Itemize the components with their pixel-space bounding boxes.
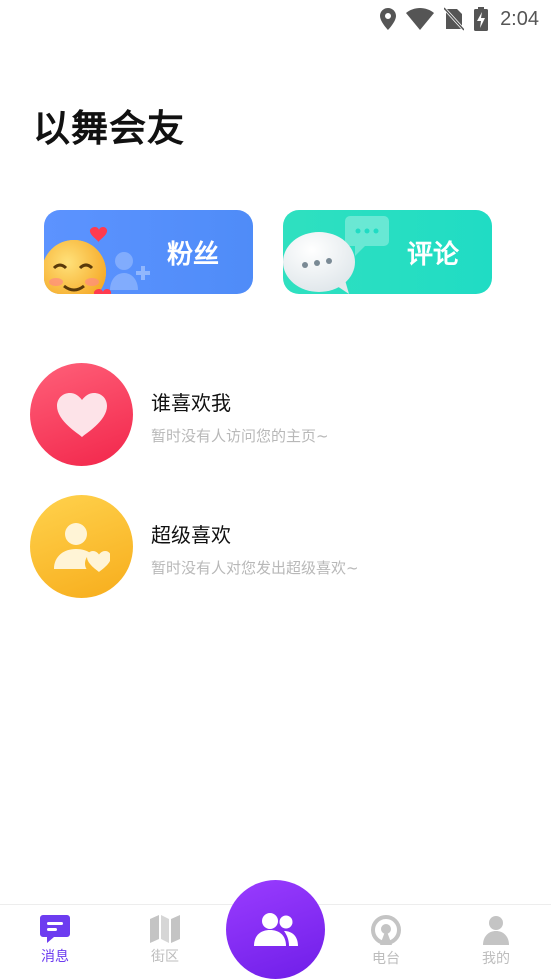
fans-label: 粉丝 (167, 240, 220, 270)
heart-icon (56, 392, 107, 437)
radio-icon (371, 915, 401, 945)
who-likes-me-icon-circle (30, 363, 133, 466)
tab-district[interactable]: 街区 (125, 915, 205, 975)
super-like-icon-circle (30, 495, 133, 598)
tab-radio[interactable]: 电台 (346, 915, 426, 975)
status-time: 2:04 (500, 7, 539, 30)
status-bar: 2:04 (0, 0, 551, 38)
tab-messages[interactable]: 消息 (15, 915, 95, 975)
super-like-title: 超级喜欢 (151, 523, 231, 547)
battery-charging-icon (474, 7, 489, 31)
who-likes-me-subtitle: 暂时没有人访问您的主页~ (151, 427, 329, 445)
tab-radio-label: 电台 (372, 951, 400, 967)
page-title: 以舞会友 (33, 107, 185, 150)
users-icon (253, 912, 298, 946)
who-likes-me-title: 谁喜欢我 (151, 391, 231, 415)
tab-mine-label: 我的 (482, 951, 510, 967)
center-users-button[interactable] (226, 880, 325, 979)
message-icon (40, 915, 70, 943)
add-user-watermark-icon (110, 252, 150, 290)
who-likes-me-row[interactable]: 谁喜欢我 暂时没有人访问您的主页~ (30, 363, 530, 467)
super-like-row[interactable]: 超级喜欢 暂时没有人对您发出超级喜欢~ (30, 495, 530, 599)
no-sim-icon (444, 7, 465, 31)
wifi-icon (406, 8, 435, 30)
speech-bubble-icon (283, 232, 355, 294)
super-like-subtitle: 暂时没有人对您发出超级喜欢~ (151, 559, 359, 577)
location-icon (380, 8, 397, 30)
status-icons: 2:04 (380, 6, 539, 32)
tab-mine[interactable]: 我的 (456, 915, 536, 975)
person-icon (483, 916, 509, 945)
map-icon (150, 915, 180, 943)
comments-card[interactable]: 评论 (283, 210, 492, 294)
smiling-face-hearts-icon (44, 227, 112, 294)
comments-label: 评论 (407, 240, 460, 270)
user-heart-icon (53, 522, 110, 572)
tab-district-label: 街区 (151, 949, 179, 965)
tab-messages-label: 消息 (41, 949, 69, 965)
fans-card[interactable]: 粉丝 (44, 210, 253, 294)
